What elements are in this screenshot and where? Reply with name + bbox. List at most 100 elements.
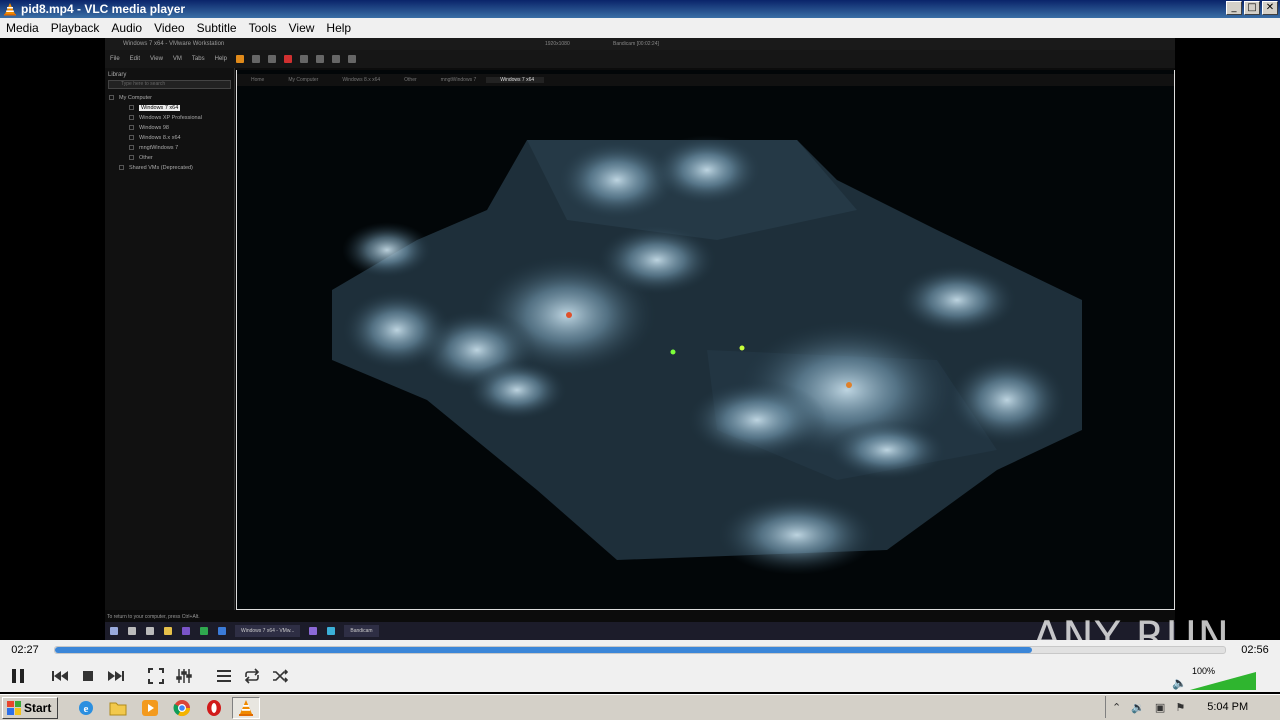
menu-audio[interactable]: Audio [105, 21, 148, 35]
system-tray: ⌃ 🔉 ▣ ⚑ 5:04 PM [1105, 696, 1280, 718]
start-label: Start [24, 700, 52, 715]
shuffle-button[interactable] [268, 665, 292, 687]
internet-explorer-icon[interactable]: e [72, 697, 100, 719]
menu-video[interactable]: Video [148, 21, 190, 35]
library-search: Type here to search [108, 80, 231, 89]
volume-slider[interactable] [1190, 672, 1256, 690]
snapshot-icon [267, 55, 276, 63]
guest-taskbar: Windows 7 x64 - VMw... Bandicam [105, 622, 1175, 640]
media-player-icon[interactable] [136, 697, 164, 719]
next-button[interactable] [104, 665, 128, 687]
vlc-cone-icon [4, 3, 16, 16]
menu-subtitle[interactable]: Subtitle [191, 21, 243, 35]
folder-icon[interactable] [104, 697, 132, 719]
library-node: Shared VMs (Deprecated) [105, 163, 234, 173]
elapsed-time: 02:27 [11, 644, 39, 656]
anyrun-watermark: ANY RUN [1032, 612, 1230, 640]
start-button[interactable]: Start [2, 696, 59, 719]
menu-bar: Media Playback Audio Video Subtitle Tool… [0, 18, 1280, 38]
total-time: 02:56 [1241, 644, 1269, 656]
volume-control[interactable]: 🔈 100% [1170, 664, 1270, 690]
loop-icon [244, 668, 260, 684]
loop-button[interactable] [240, 665, 264, 687]
volume-tray-icon[interactable]: 🔉 [1131, 701, 1145, 714]
pause-button[interactable] [4, 662, 32, 690]
close-button[interactable]: ✕ [1262, 1, 1278, 15]
library-node: My Computer [105, 93, 234, 103]
menu-media[interactable]: Media [0, 21, 45, 35]
fullscreen-icon [148, 668, 164, 684]
guest-start-icon [110, 627, 118, 635]
guest-vs-icon [182, 627, 190, 635]
speaker-icon[interactable]: 🔈 [1172, 676, 1187, 690]
menu-view[interactable]: View [283, 21, 321, 35]
vmware-hint: To return to your computer, press Ctrl+A… [105, 612, 1175, 622]
guest-taskview-icon [146, 627, 154, 635]
previous-button[interactable] [48, 665, 72, 687]
minimize-button[interactable]: _ [1226, 1, 1242, 15]
svg-text:e: e [84, 703, 89, 715]
playlist-icon [217, 670, 231, 682]
seek-row: 02:27 02:56 [0, 640, 1280, 660]
library-node: Other [105, 153, 234, 163]
menu-tools[interactable]: Tools [243, 21, 283, 35]
clock[interactable]: 5:04 PM [1207, 701, 1248, 713]
library-node: Windows 98 [105, 123, 234, 133]
extended-settings-button[interactable] [172, 665, 196, 687]
guest-app-icon [309, 627, 318, 635]
shuffle-icon [273, 669, 288, 683]
vmware-menu-tabs: Tabs [191, 56, 205, 62]
library-tree: My Computer Windows 7 x64 Windows XP Pro… [105, 93, 234, 173]
send-keys-icon [251, 55, 260, 63]
view-icon [315, 55, 324, 63]
library-node: Windows 8.x x64 [105, 133, 234, 143]
fullscreen-icon [331, 55, 340, 63]
seek-bar-fill [55, 647, 1032, 653]
playback-controls: 🔈 100% [0, 660, 1280, 692]
vmware-toolbar: File Edit View VM Tabs Help [105, 50, 1175, 68]
unity-icon [347, 55, 356, 63]
pause-icon [12, 669, 24, 683]
guest-task-vmware: Windows 7 x64 - VMw... [235, 625, 301, 637]
window-title: pid8.mp4 - VLC media player [21, 2, 186, 16]
show-hidden-icons-icon[interactable]: ⌃ [1112, 701, 1121, 714]
vmware-menu-vm: VM [172, 56, 182, 62]
guest-app-icon [327, 627, 336, 635]
guest-folder-icon [164, 627, 172, 635]
vmware-menu-help: Help [214, 56, 227, 62]
library-node: Windows XP Professional [105, 113, 234, 123]
video-display[interactable]: Windows 7 x64 - VMware Workstation 1920x… [0, 38, 1280, 640]
vlc-icon[interactable] [232, 696, 261, 719]
skip-back-icon [52, 671, 68, 681]
maximize-button[interactable]: □ [1244, 1, 1260, 15]
vmware-resolution: 1920x1080 [545, 41, 570, 47]
library-node: mngtWindows 7 [105, 143, 234, 153]
opera-icon[interactable] [200, 697, 228, 719]
equalizer-icon [176, 669, 192, 683]
library-node: Windows 7 x64 [105, 103, 234, 113]
seek-bar[interactable] [54, 646, 1226, 654]
window-title-bar: pid8.mp4 - VLC media player _ □ ✕ [0, 0, 1280, 18]
guest-task-bandicam: Bandicam [344, 625, 379, 637]
chrome-icon[interactable] [168, 697, 196, 719]
vmware-menu-file: File [110, 56, 120, 62]
revert-icon [283, 55, 292, 63]
fractal-screensaver-image [332, 135, 1082, 575]
library-header: Library [108, 72, 127, 78]
vmware-recording: Bandicam [00:02:24] [613, 41, 659, 47]
video-frame-vmware-window: Windows 7 x64 - VMware Workstation 1920x… [105, 38, 1175, 640]
menu-help[interactable]: Help [320, 21, 357, 35]
menu-playback[interactable]: Playback [45, 21, 106, 35]
vmware-menu-edit: Edit [129, 56, 141, 62]
fullscreen-button[interactable] [144, 665, 168, 687]
action-center-flag-icon[interactable]: ⚑ [1175, 701, 1185, 714]
skip-forward-icon [108, 671, 124, 681]
network-icon[interactable]: ▣ [1155, 701, 1165, 714]
vmware-menu-view: View [150, 56, 163, 62]
playlist-button[interactable] [212, 665, 236, 687]
stop-button[interactable] [76, 665, 100, 687]
manage-snapshots-icon [299, 55, 308, 63]
os-taskbar: Start e ⌃ 🔉 ▣ ⚑ 5:04 PM [0, 694, 1280, 720]
stop-icon [83, 671, 93, 681]
pause-vm-icon [235, 55, 244, 63]
